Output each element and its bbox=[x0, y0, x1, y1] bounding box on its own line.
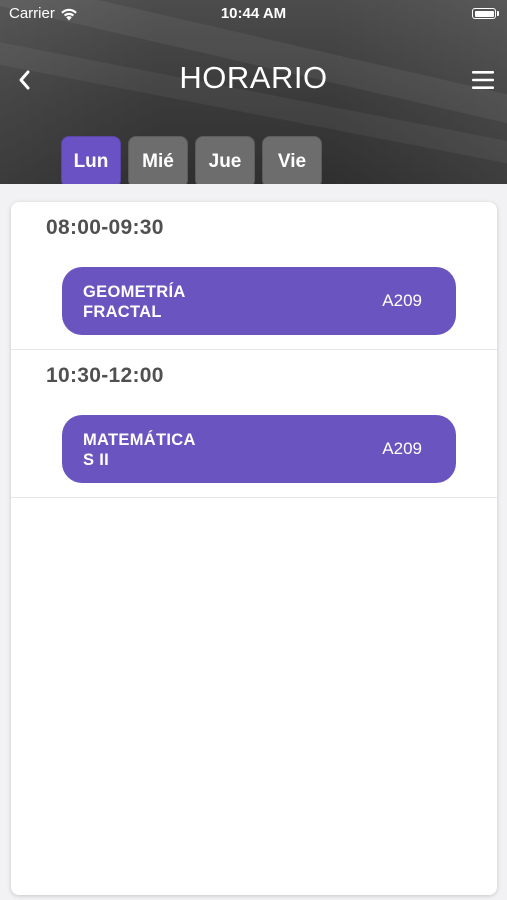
slot-time: 08:00-09:30 bbox=[46, 216, 164, 239]
battery-icon bbox=[472, 8, 499, 19]
hamburger-menu-icon[interactable] bbox=[471, 68, 495, 92]
tab-jue[interactable]: Jue bbox=[195, 136, 255, 184]
header-banner: Carrier 10:44 AM HORARIO Lun Mié Jue Vie bbox=[0, 0, 507, 184]
day-tabs: Lun Mié Jue Vie bbox=[61, 136, 322, 184]
schedule-card: 08:00-09:30 GEOMETRÍA FRACTAL A209 10:30… bbox=[11, 202, 497, 895]
status-bar: Carrier 10:44 AM bbox=[0, 0, 507, 28]
page-title: HORARIO bbox=[179, 60, 328, 95]
schedule-slot: 08:00-09:30 GEOMETRÍA FRACTAL A209 bbox=[11, 202, 497, 350]
slot-time: 10:30-12:00 bbox=[46, 364, 164, 387]
class-name: GEOMETRÍA FRACTAL bbox=[83, 283, 186, 321]
schedule-slot: 10:30-12:00 MATEMÁTICA S II A209 bbox=[11, 350, 497, 498]
tab-vie[interactable]: Vie bbox=[262, 136, 322, 184]
class-room: A209 bbox=[382, 439, 422, 458]
class-name: MATEMÁTICA S II bbox=[83, 431, 196, 469]
tab-lun[interactable]: Lun bbox=[61, 136, 121, 184]
class-item[interactable]: MATEMÁTICA S II A209 bbox=[62, 415, 456, 483]
status-time: 10:44 AM bbox=[220, 5, 287, 22]
class-room: A209 bbox=[382, 291, 422, 310]
tab-mie[interactable]: Mié bbox=[128, 136, 188, 184]
class-item[interactable]: GEOMETRÍA FRACTAL A209 bbox=[62, 267, 456, 335]
